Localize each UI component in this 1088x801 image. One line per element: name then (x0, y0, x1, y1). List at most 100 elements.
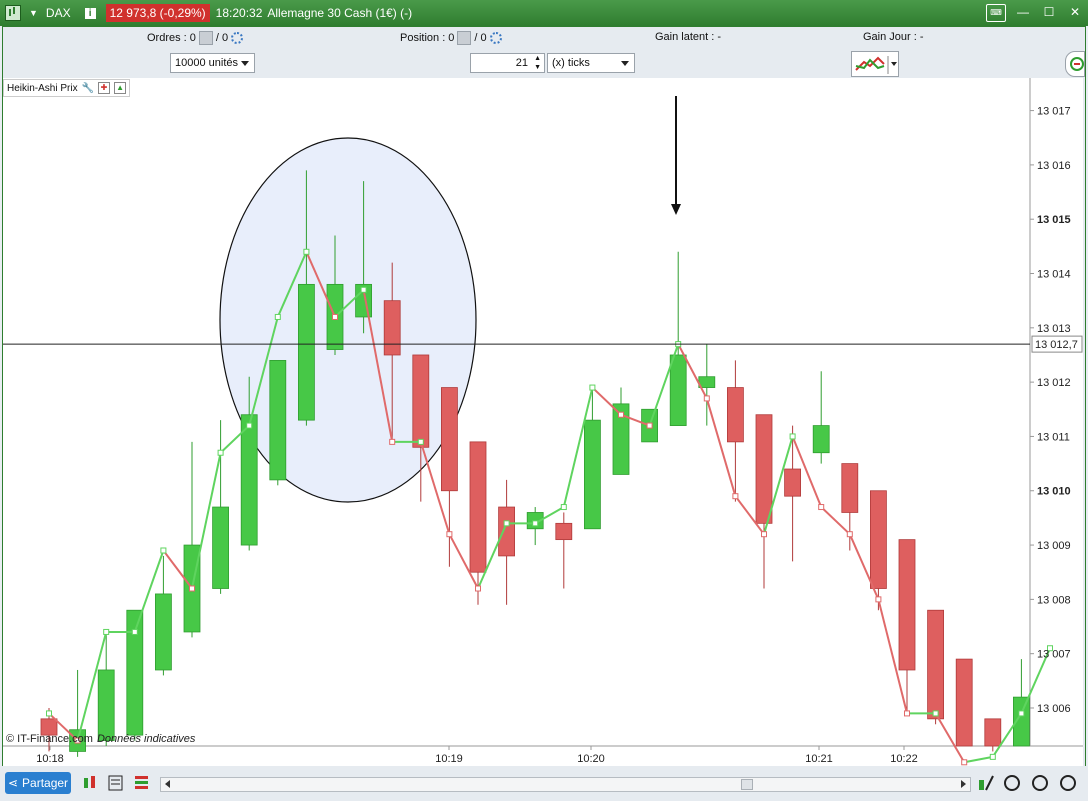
candle-body (955, 658, 973, 747)
order-summary-bar: Ordres : 0 / 0 Position : 0 / 0 Gain lat… (3, 27, 1085, 49)
remove-indicator-icon[interactable]: ✚ (98, 82, 111, 94)
x-tick-label: 10:20 (577, 753, 605, 765)
window-controls: ⌨ — ☐ ✕ (986, 4, 1084, 22)
orders-group: Ordres : 0 / 0 (147, 31, 244, 45)
price-quote-badge: 12 973,8 (-0,29%) (105, 4, 210, 22)
horizontal-scrollbar[interactable] (160, 777, 971, 792)
candle-body (727, 387, 744, 443)
close-line-point (818, 504, 825, 511)
minimize-button[interactable]: — (1014, 4, 1032, 20)
orders-value: 0 (189, 32, 196, 44)
table-icon[interactable] (108, 774, 124, 792)
close-line-point (189, 585, 195, 592)
candle-body (97, 669, 115, 741)
close-line-point (589, 384, 596, 391)
x-tick-label: 10:21 (805, 753, 833, 765)
credit-source: © IT-Finance.com (6, 733, 93, 745)
close-button[interactable]: ✕ (1066, 4, 1084, 20)
candle-body (212, 506, 230, 589)
instrument-symbol[interactable]: DAX (46, 6, 71, 20)
close-line-point (560, 504, 567, 511)
dropdown-arrow-icon[interactable]: ▼ (29, 8, 38, 18)
close-line-point (618, 411, 624, 418)
chart-type-icon[interactable] (82, 774, 98, 792)
side-panel-toggle[interactable] (1065, 51, 1085, 77)
y-tick-label: 13 017 (1037, 106, 1071, 118)
close-line-point (932, 710, 939, 717)
chart-area[interactable]: 13 012,7 13 017 13 016 13 015 13 014 13 013 13… (3, 78, 1083, 768)
bottom-toolbar: ⋖ Partager (0, 766, 1088, 801)
gain-latent: Gain latent : - (655, 31, 722, 43)
stepper-arrows-icon[interactable]: ▲ ▼ (534, 54, 541, 72)
candle-body (297, 283, 315, 421)
info-icon[interactable]: i (84, 7, 96, 19)
scroll-thumb[interactable] (741, 779, 753, 790)
orders-settings-gear-icon[interactable] (231, 32, 244, 44)
close-line-point (103, 628, 110, 635)
y-tick-label: 13 006 (1037, 703, 1071, 715)
zoom-fit-icon[interactable] (1004, 775, 1020, 791)
close-line-point (46, 710, 52, 717)
close-orders-icon[interactable] (198, 31, 213, 45)
orderbook-icon[interactable] (134, 774, 150, 792)
close-line-point (989, 753, 996, 760)
ticks-stepper[interactable]: 21 ▲ ▼ (470, 53, 545, 73)
close-line-point (1018, 710, 1025, 717)
y-tick-label: 13 009 (1037, 540, 1071, 552)
chart-toolbar: 10000 unités 21 ▲ ▼ (x) ticks (3, 49, 1085, 79)
close-line-point (360, 286, 367, 293)
candle-body (669, 354, 687, 426)
orders-total: / 0 (215, 32, 229, 44)
position-group: Position : 0 / 0 (400, 31, 502, 45)
zoom-in-icon[interactable] (1060, 775, 1076, 791)
candle-body (927, 609, 944, 720)
side-panel-icon (1070, 57, 1084, 71)
indicator-legend: Heikin-Ashi Prix 🔧 ✚ ▲ (3, 79, 131, 97)
zoom-out-icon[interactable] (1032, 775, 1048, 791)
position-settings-gear-icon[interactable] (489, 32, 502, 44)
scroll-right-icon[interactable] (961, 780, 966, 788)
close-line-point (904, 710, 910, 717)
x-tick-label: 10:18 (36, 753, 64, 765)
y-tick-label: 13 016 (1037, 160, 1071, 172)
ticks-unit-select[interactable]: (x) ticks (547, 53, 635, 73)
share-button[interactable]: ⋖ Partager (5, 772, 71, 794)
candle-body (584, 419, 601, 530)
candle-body (154, 593, 172, 671)
close-line-point (274, 313, 281, 320)
close-line-point (532, 520, 539, 527)
chart-app-icon (5, 5, 21, 21)
units-select[interactable]: 10000 unités (170, 53, 255, 73)
close-line-point (446, 531, 453, 538)
price-chart[interactable]: 13 012,7 13 017 13 016 13 015 13 014 13 013 13… (3, 78, 1083, 768)
close-line-point (646, 422, 653, 429)
close-line-point (217, 449, 224, 456)
scroll-left-icon[interactable] (165, 780, 170, 788)
candle-body (841, 463, 859, 513)
candle-body (498, 506, 516, 557)
position-value: 0 (448, 32, 455, 44)
drawing-tools-icon[interactable] (978, 774, 994, 792)
close-line-segment (964, 755, 993, 764)
keyboard-icon[interactable]: ⌨ (986, 4, 1006, 22)
wrench-icon[interactable]: 🔧 (82, 83, 94, 94)
candle-body (440, 387, 458, 492)
x-tick-label: 10:22 (890, 753, 918, 765)
y-tick-label: 13 013 (1037, 323, 1071, 335)
candle-body (240, 414, 258, 546)
units-select-value: 10000 unités (175, 57, 238, 69)
highlight-ellipse (219, 137, 477, 503)
close-line-point (503, 520, 510, 527)
close-line-point (761, 531, 767, 538)
maximize-button[interactable]: ☐ (1040, 4, 1058, 20)
indicators-button[interactable] (851, 51, 899, 77)
close-line-point (789, 433, 796, 440)
x-tick-label: 10:19 (435, 753, 463, 765)
y-tick-label: 13 011 (1037, 431, 1070, 443)
candle-body (755, 414, 773, 524)
close-position-icon[interactable] (457, 31, 472, 45)
indicator-chart-icon (855, 56, 897, 74)
legend-label: Heikin-Ashi Prix (7, 82, 78, 94)
move-up-icon[interactable]: ▲ (114, 82, 127, 94)
ticks-unit-value: (x) ticks (552, 57, 590, 69)
